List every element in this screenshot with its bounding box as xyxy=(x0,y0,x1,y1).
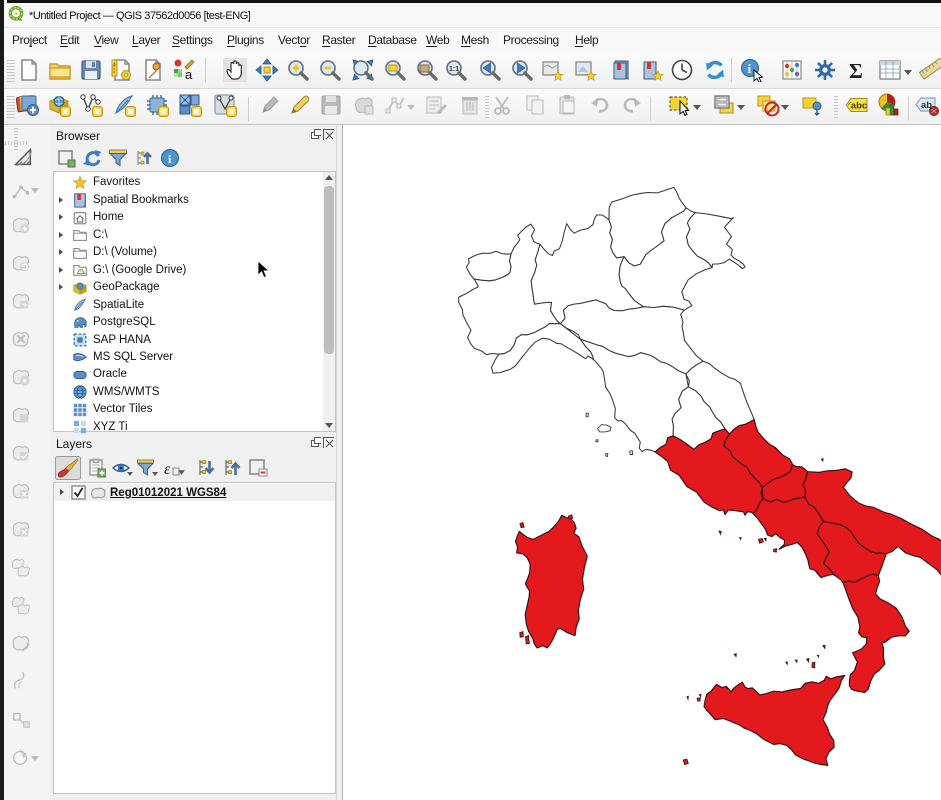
svg-text:1:1: 1:1 xyxy=(449,66,459,73)
svg-text:a: a xyxy=(185,67,193,82)
svg-text:Σ: Σ xyxy=(849,59,863,82)
svg-text:i: i xyxy=(748,61,752,76)
svg-text:abc: abc xyxy=(851,101,867,112)
svg-text:ε: ε xyxy=(164,461,171,478)
